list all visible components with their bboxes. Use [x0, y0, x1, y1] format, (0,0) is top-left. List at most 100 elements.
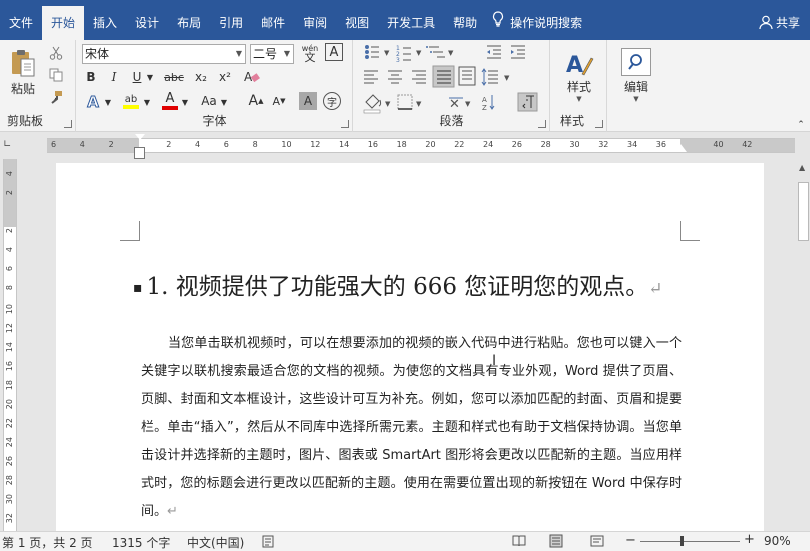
grow-font-button[interactable]: A ▲ [246, 92, 266, 110]
editing-button[interactable]: 编辑 ▼ [616, 44, 656, 106]
scrollbar-thumb[interactable] [798, 182, 809, 241]
sort-button[interactable] [480, 93, 498, 113]
line-spacing-button[interactable] [481, 67, 511, 87]
scroll-up-icon[interactable]: ▲ [799, 163, 805, 172]
numbering-button[interactable] [394, 42, 424, 62]
cut-button[interactable] [47, 44, 65, 62]
styles-button[interactable]: A 样式 ▼ [559, 44, 599, 106]
ruler-tick-label: 20 [425, 140, 436, 149]
ruler-tick-label: 28 [540, 140, 551, 149]
chevron-down-icon[interactable]: ▼ [220, 96, 228, 108]
show-marks-button[interactable] [518, 93, 537, 111]
chevron-down-icon: ▼ [633, 94, 639, 103]
vruler-tick-label: 22 [5, 418, 14, 429]
ruler-strip[interactable]: 6 4 2 2 4 6 8 10 12 14 16 18 20 22 24 26 28 30 32 34 36 40 42 [47, 134, 795, 159]
tell-me-search[interactable]: 操作说明搜索 [486, 0, 588, 40]
bold-button[interactable]: B [82, 68, 100, 86]
copy-button[interactable] [47, 66, 65, 84]
page-count[interactable]: 第 1 页，共 2 页 [2, 534, 93, 551]
editing-button-label: 编辑 [623, 79, 648, 94]
strikethrough-button[interactable]: abc [161, 68, 187, 86]
zoom-level[interactable]: 90% [764, 534, 791, 548]
format-painter-button[interactable] [47, 88, 65, 106]
character-border-button[interactable]: A [325, 43, 343, 61]
enclose-characters-button[interactable]: 字 [323, 92, 341, 110]
tab-insert[interactable]: 插入 [84, 0, 126, 40]
align-left-button[interactable] [361, 67, 381, 87]
search-icon [621, 47, 651, 76]
zoom-slider-thumb[interactable] [680, 536, 684, 546]
font-name-select[interactable]: 宋体 ▼ [82, 44, 246, 64]
align-right-button[interactable] [409, 67, 429, 87]
chevron-down-icon[interactable]: ▼ [104, 96, 112, 108]
subscript-button[interactable]: x₂ [191, 68, 211, 86]
styles-launcher-icon[interactable] [595, 120, 603, 128]
word-count[interactable]: 1315 个字 [112, 534, 170, 551]
text-effects-button[interactable]: A [82, 92, 104, 112]
highlight-color-swatch [123, 104, 139, 109]
highlight-color-button[interactable]: ab [119, 90, 143, 112]
decrease-indent-button[interactable] [484, 42, 504, 62]
print-layout-icon[interactable] [549, 534, 563, 551]
first-line-indent-marker[interactable] [135, 134, 145, 140]
tab-layout[interactable]: 布局 [168, 0, 210, 40]
italic-button[interactable]: I [105, 68, 123, 86]
language-indicator[interactable]: 中文(中国) [187, 534, 244, 551]
distributed-button[interactable] [458, 67, 478, 87]
justify-button[interactable] [433, 66, 454, 87]
clipboard-launcher-icon[interactable] [64, 120, 72, 128]
vertical-scrollbar[interactable]: ▲ [796, 159, 810, 531]
tab-mailings[interactable]: 邮件 [252, 0, 294, 40]
zoom-out-icon[interactable]: − [625, 533, 636, 548]
chinese-layout-button[interactable] [446, 93, 474, 113]
tab-help[interactable]: 帮助 [444, 0, 486, 40]
character-shading-button[interactable]: A [299, 92, 317, 110]
chevron-down-icon[interactable]: ▼ [181, 96, 189, 108]
tab-review[interactable]: 审阅 [294, 0, 336, 40]
styles-button-label: 样式 [566, 79, 591, 94]
borders-button[interactable] [396, 93, 424, 113]
paragraph-launcher-icon[interactable] [538, 120, 546, 128]
paste-button[interactable]: 粘贴 [6, 44, 40, 100]
tab-design[interactable]: 设计 [126, 0, 168, 40]
vruler-tick-label: 10 [5, 304, 14, 315]
superscript-button[interactable]: x² [215, 68, 235, 86]
phonetic-guide-button[interactable]: wén 文 [299, 42, 321, 64]
chevron-down-icon[interactable]: ▼ [143, 96, 151, 108]
font-launcher-icon[interactable] [341, 120, 349, 128]
macro-record-icon[interactable] [262, 535, 274, 551]
tab-home[interactable]: 开始 [42, 6, 85, 40]
document-body-paragraph[interactable]: 当您单击联机视频时，可以在想要添加的视频的嵌入代码中进行粘贴。您也可以键入一个关… [141, 330, 682, 526]
document-heading[interactable]: ▪ 1. 视频提供了功能强大的 666 您证明您的观点。↵ [133, 267, 663, 301]
read-mode-icon[interactable] [512, 535, 526, 550]
font-color-button[interactable]: A [159, 90, 181, 112]
tab-file[interactable]: 文件 [0, 0, 42, 40]
tab-references[interactable]: 引用 [210, 0, 252, 40]
clear-formatting-button[interactable]: A [241, 68, 263, 86]
shrink-font-button[interactable]: A ▼ [269, 92, 289, 110]
zoom-slider[interactable] [640, 541, 740, 542]
underline-button[interactable]: U [128, 68, 146, 86]
web-layout-icon[interactable] [590, 535, 604, 550]
vertical-ruler[interactable]: 4 2 2 4 6 8 10 12 14 16 18 20 22 24 26 28 30 32 [3, 159, 17, 531]
tab-view[interactable]: 视图 [336, 0, 378, 40]
collapse-ribbon-icon[interactable]: ⌃ [795, 120, 807, 130]
tab-developer[interactable]: 开发工具 [378, 0, 444, 40]
vruler-tick-label: 18 [5, 380, 14, 391]
zoom-in-icon[interactable]: + [744, 532, 755, 547]
font-size-select[interactable]: 二号 ▼ [250, 44, 294, 64]
align-center-button[interactable] [385, 67, 405, 87]
font-color-swatch [162, 106, 178, 110]
chevron-down-icon[interactable]: ▼ [145, 68, 155, 86]
shading-button[interactable] [362, 93, 392, 113]
share-button[interactable]: 共享 [759, 0, 800, 40]
increase-indent-button[interactable] [508, 42, 528, 62]
tab-selector-icon[interactable]: ∟ [3, 139, 15, 151]
left-indent-marker[interactable] [134, 147, 145, 159]
heading-number: 1. [146, 274, 169, 300]
change-case-button[interactable]: Aa [198, 92, 220, 110]
right-indent-marker[interactable] [675, 144, 687, 152]
multilevel-list-button[interactable] [424, 42, 454, 62]
bullets-button[interactable] [362, 42, 392, 62]
document-page[interactable]: ▪ 1. 视频提供了功能强大的 666 您证明您的观点。↵ 当您单击联机视频时，可… [56, 163, 764, 531]
